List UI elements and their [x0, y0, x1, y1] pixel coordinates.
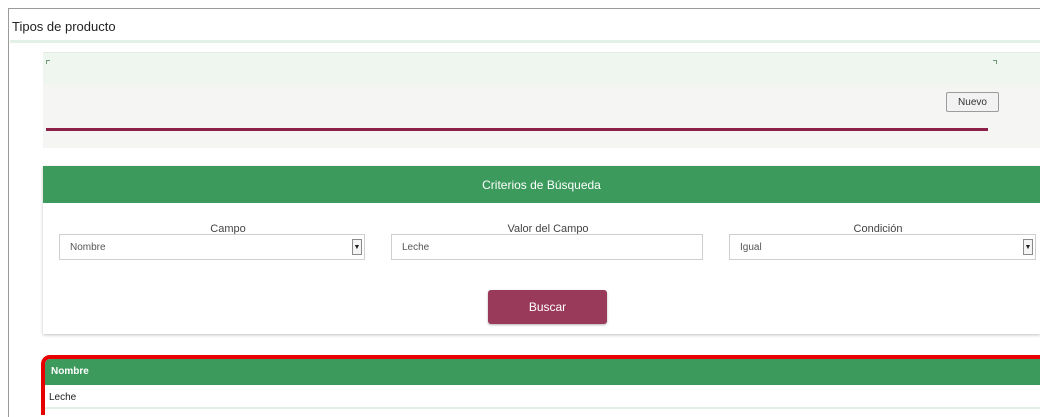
search-button[interactable]: Buscar	[488, 290, 607, 324]
search-panel: Criterios de Búsqueda Campo Nombre ▼ Val…	[43, 166, 1040, 334]
search-header: Criterios de Búsqueda	[43, 166, 1040, 203]
condicion-select[interactable]: Igual ▼	[729, 234, 1036, 260]
accent-divider	[46, 128, 988, 131]
caret-down-icon[interactable]: ▼	[1023, 239, 1033, 255]
campo-select[interactable]: Nombre ▼	[59, 234, 365, 260]
table-row[interactable]: Leche	[45, 385, 1040, 409]
title-divider	[10, 40, 1040, 43]
table-cell-nombre: Leche	[49, 392, 77, 403]
toolbar-body	[43, 85, 1040, 148]
corner-mark-right	[993, 60, 997, 64]
toolbar-header	[43, 52, 1040, 85]
column-header-nombre[interactable]: Nombre	[45, 359, 1040, 385]
campo-select-value: Nombre	[70, 241, 106, 253]
corner-mark-left	[46, 60, 50, 64]
caret-down-icon[interactable]: ▼	[352, 239, 362, 255]
results-table: Nombre Leche	[41, 355, 1040, 415]
valor-input-value: Leche	[402, 241, 430, 253]
page-title: Tipos de producto	[12, 19, 116, 34]
condicion-select-value: Igual	[740, 241, 762, 253]
new-button[interactable]: Nuevo	[946, 92, 999, 112]
valor-input[interactable]: Leche	[391, 234, 703, 260]
